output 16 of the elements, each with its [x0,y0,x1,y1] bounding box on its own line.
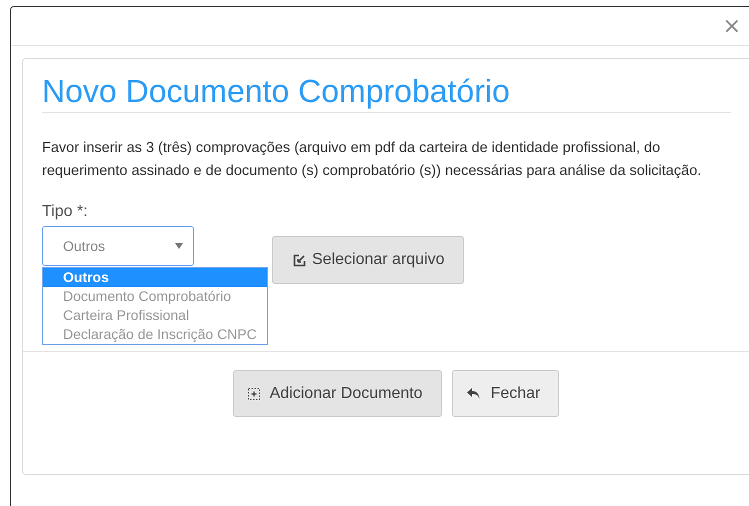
undo-arrow-icon [466,386,481,400]
type-label: Tipo *: [42,203,89,221]
dropdown-option[interactable]: Carteira Profissional [43,306,267,325]
edit-icon [293,254,306,266]
add-document-button[interactable]: Adicionar Documento [232,370,442,417]
plus-icon [248,388,260,400]
type-select[interactable]: Outros [42,226,194,266]
select-file-button[interactable]: Selecionar arquivo [272,236,464,284]
dropdown-arrow-icon [175,243,183,249]
close-button[interactable]: × [718,14,745,38]
dropdown-option[interactable]: Declaração de Inscrição CNPC [43,325,267,344]
dropdown-option[interactable]: Documento Comprobatório [43,287,267,306]
dialog-title: Novo Documento Comprobatório [42,73,731,113]
close-dialog-button[interactable]: Fechar [452,370,560,417]
dropdown-option[interactable]: Outros [43,268,267,287]
description-text: Favor inserir as 3 (três) comprovações (arquivo em pdf da carteira de identidade profissional, do requerimento assinado e de documento (s) comprobatório (s)) necessárias para análise da solicitação. [42,139,702,181]
